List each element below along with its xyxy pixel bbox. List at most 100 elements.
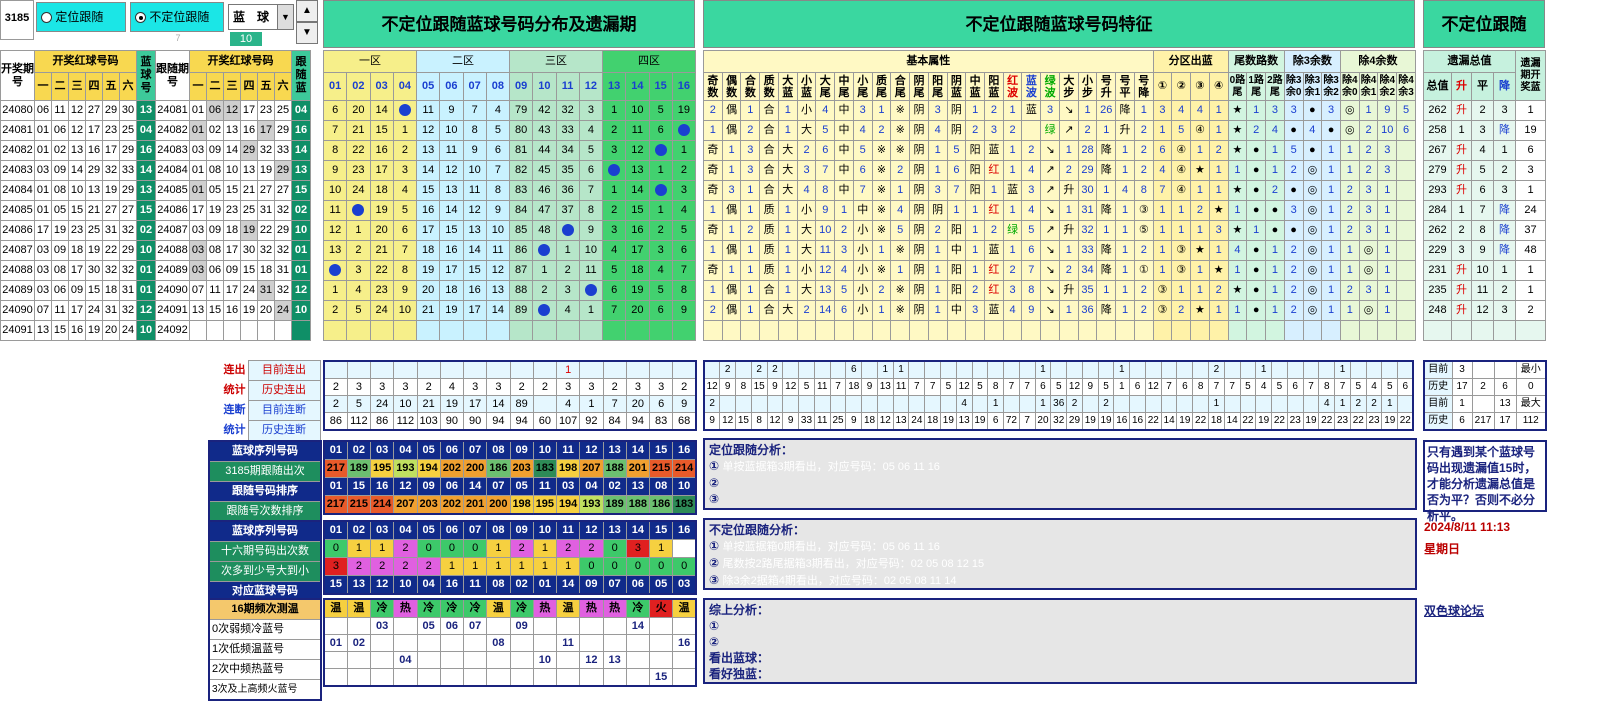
feature-cell: 4: [1002, 300, 1023, 321]
dist-cell: 11: [578, 260, 604, 281]
blue-ball-icon: [584, 284, 597, 297]
omission-cell: 1: [1515, 260, 1546, 281]
feature-cell: [965, 320, 986, 341]
omission-cell: 1: [1515, 180, 1546, 201]
seq1-cell: 13: [625, 477, 651, 496]
feature-cell: 2: [871, 280, 892, 301]
omission-cell: 267: [1423, 140, 1452, 161]
chevron-down-icon[interactable]: ▼: [277, 5, 293, 29]
freq-cell: [416, 668, 441, 687]
omission-cell: 262: [1423, 220, 1452, 241]
feature-cell: 4: [1171, 100, 1192, 121]
follow-red-cell: 10: [223, 160, 241, 181]
dist-cell: 18: [369, 180, 394, 201]
stat-cell: 3: [346, 378, 372, 396]
dist-cell: 7: [578, 180, 604, 201]
dist-row-empty: [322, 320, 697, 341]
spin-down-button[interactable]: ▼: [296, 22, 318, 44]
omission-row: 284 1 7 降 24: [1423, 200, 1546, 221]
stat-cell: [672, 360, 697, 379]
ball-header: 16: [671, 72, 697, 101]
follow-red-cell: 03: [189, 240, 207, 261]
seq1-cell: 217: [323, 459, 348, 478]
seq1-cell: 194: [555, 495, 581, 515]
radio-nonposition-follow[interactable]: 不定位跟随: [130, 2, 224, 32]
seq1-cell: 03: [555, 477, 581, 496]
dist-cell: 2: [601, 120, 627, 141]
feature-cell: 5: [1171, 120, 1192, 141]
feature-cell: [1339, 320, 1360, 341]
feature-cell: ●: [1283, 220, 1304, 241]
stat-feature-cell: 5: [798, 378, 815, 396]
omission-cell: 11: [1471, 280, 1494, 301]
feature-cell: [984, 320, 1004, 341]
omission-cell: 1: [1515, 100, 1546, 121]
dist-cell: 18: [439, 280, 464, 301]
attr-header: 阳蓝: [984, 72, 1004, 101]
stat-feature-cell: 19: [1381, 412, 1399, 431]
feature-cell: 降: [1096, 240, 1117, 261]
forum-link[interactable]: 双色球论坛: [1424, 602, 1548, 619]
red-cell: 12: [68, 120, 86, 141]
red-cell: 20: [102, 320, 120, 341]
ball-type-select[interactable]: 蓝 球 ▼: [228, 4, 294, 30]
spin-up-button[interactable]: ▲: [296, 0, 318, 22]
dist-cell: 9: [485, 200, 511, 221]
dist-cell: 5: [346, 300, 371, 321]
attr-header: 偶数: [721, 72, 742, 101]
stat-feature-cell: 32: [1050, 412, 1068, 431]
seq1-cell: 189: [346, 459, 372, 478]
omission-cell: 262: [1423, 100, 1452, 121]
seq1-cell: 01: [323, 477, 348, 496]
dist-cell: 15: [439, 220, 464, 241]
feature-cell: 3: [1152, 100, 1173, 121]
feature-cell: 1: [740, 300, 761, 321]
blue-cell: 14: [136, 160, 156, 181]
red-cell: 03: [34, 280, 52, 301]
red-cell: 33: [119, 160, 137, 181]
stat-cell: [416, 360, 441, 379]
stat-feature-cell: 7: [1160, 378, 1178, 396]
blue-cell: 12: [136, 300, 156, 321]
seq2-cell: 1: [486, 557, 511, 576]
omission-cell: 2: [1451, 220, 1472, 241]
dist-cell: 7: [462, 100, 487, 121]
freq-cell: [509, 634, 534, 652]
feature-cell: 阳: [965, 180, 986, 201]
table-row: 24081 01 06 12 17 23 25 04 24082 01 02 13 16 17 29 16: [0, 120, 311, 141]
blue-cell: 13: [136, 100, 156, 121]
follow-issue-cell: 24081: [155, 100, 190, 121]
table-row: 24080 06 11 12 27 29 30 13 24081 01 06 12 17 23 25 04: [0, 100, 311, 121]
feature-cell: [1396, 140, 1416, 161]
spin-value[interactable]: 10: [230, 32, 262, 46]
follow-blue-cell: 10: [291, 220, 311, 241]
feature-cell: 7: [852, 180, 873, 201]
seq2-cell: 1: [462, 557, 488, 576]
ball-header: 14: [625, 72, 650, 101]
red-col-hdr-2: 四: [240, 72, 258, 101]
dist-cell: 6: [648, 120, 673, 141]
follow-red-cell: 02: [206, 120, 224, 141]
dist-cell: 5: [671, 220, 697, 241]
feature-cell: 偶: [721, 100, 742, 121]
feature-cell: 3: [1377, 160, 1398, 181]
dist-cell: 14: [439, 200, 464, 221]
stat-feature-cell: 29: [1066, 412, 1083, 431]
stat-cell: 2: [509, 378, 534, 396]
stat-feature-cell: 12: [782, 378, 800, 396]
label-stat-2: 统计: [223, 424, 246, 436]
dist-cell: 21: [415, 300, 441, 321]
dist-cell: 10: [439, 120, 464, 141]
feature-cell: ↘: [1040, 240, 1060, 261]
freq-cell: [555, 651, 581, 669]
dist-cell: [392, 100, 418, 121]
feature-cell: 偶: [721, 300, 742, 321]
feature-cell: 1: [946, 200, 967, 221]
stat-feature-cell: [1271, 360, 1288, 379]
freq-cell: [369, 668, 395, 687]
radio-position-follow[interactable]: 定位跟随: [36, 2, 126, 32]
seq2-cell: 2: [416, 557, 441, 576]
red-cell: 06: [51, 120, 69, 141]
feature-cell: [890, 320, 911, 341]
feature-cell: 1: [1377, 220, 1398, 241]
